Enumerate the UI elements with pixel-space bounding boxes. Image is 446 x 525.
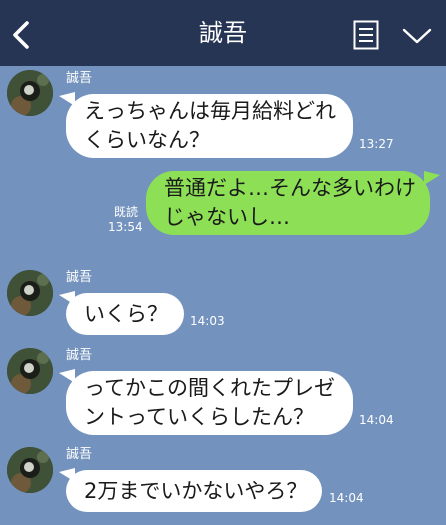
sender-name: 誠吾 [66, 447, 93, 462]
timestamp: 14:03 [190, 314, 225, 328]
avatar[interactable] [7, 270, 53, 316]
timestamp: 14:04 [329, 491, 364, 505]
message-bubble[interactable]: ってかこの間くれたプレゼ ントっていくらしたん？ [66, 371, 353, 435]
chat-header: 誠吾 [0, 0, 446, 66]
notes-icon[interactable] [353, 20, 379, 50]
timestamp: 13:54 [108, 220, 143, 234]
message-text-line: 2万までいかないやろ？ [84, 478, 308, 503]
sender-name: 誠吾 [66, 348, 93, 363]
chevron-down-icon[interactable] [401, 26, 433, 46]
bubble-tail [424, 171, 440, 185]
message-text-line: 普通だよ…そんな多いわけ [164, 176, 416, 200]
avatar[interactable] [7, 447, 53, 493]
timestamp: 14:04 [359, 413, 394, 427]
sender-name: 誠吾 [66, 71, 93, 86]
message-bubble[interactable]: 普通だよ…そんな多いわけ じゃないし… [146, 171, 430, 235]
message-text-line: ってかこの間くれたプレゼ [84, 376, 335, 400]
message-bubble[interactable]: えっちゃんは毎月給料どれ くらいなん？ [66, 94, 353, 158]
message-text-line: えっちゃんは毎月給料どれ [84, 99, 336, 123]
chat-title: 誠吾 [199, 19, 247, 47]
message-text-line: くらいなん？ [84, 128, 210, 152]
message-bubble[interactable]: 2万までいかないやろ？ [66, 470, 322, 512]
message-bubble[interactable]: いくら？ [66, 293, 184, 335]
sender-name: 誠吾 [66, 270, 93, 285]
timestamp: 13:27 [359, 137, 394, 151]
avatar[interactable] [7, 348, 53, 394]
read-receipt: 既読 [113, 205, 138, 219]
message-text-line: じゃないし… [164, 205, 290, 229]
avatar[interactable] [7, 70, 53, 116]
message-text-line: ントっていくらしたん？ [84, 405, 314, 429]
message-text-line: いくら？ [84, 301, 168, 326]
